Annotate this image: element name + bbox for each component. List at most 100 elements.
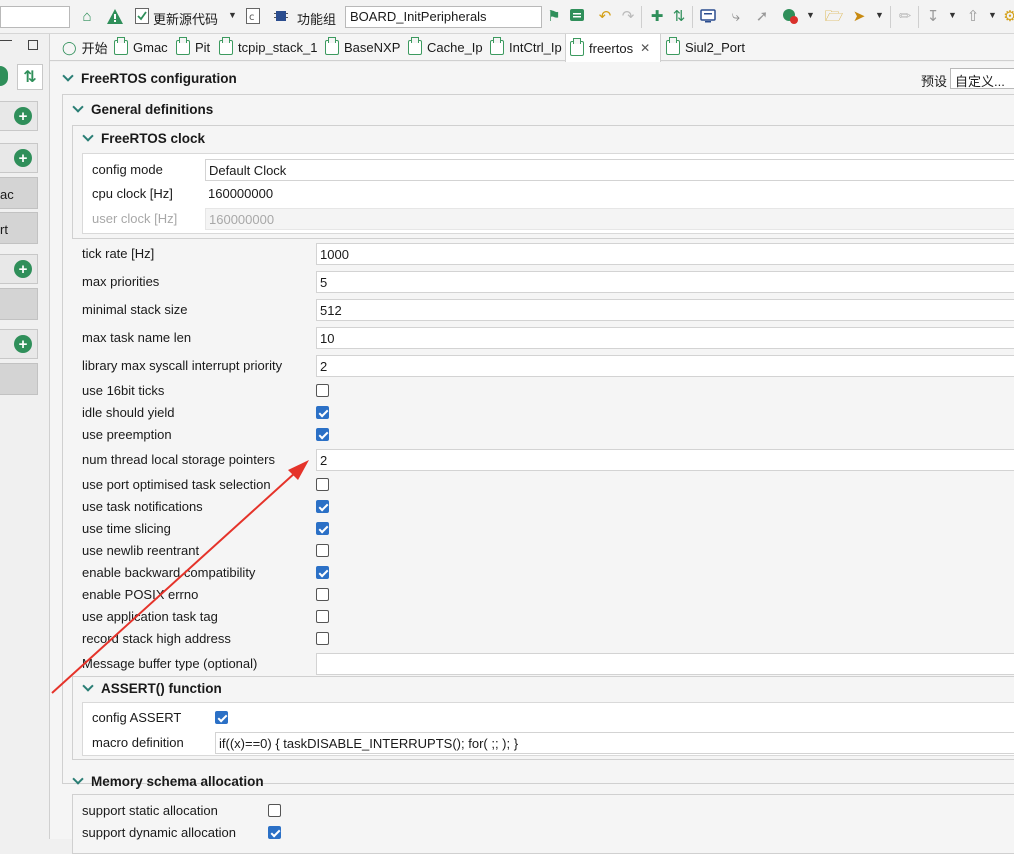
use-16bit-ticks-checkbox[interactable]: [316, 384, 329, 397]
use-task-notifications-checkbox[interactable]: [316, 500, 329, 513]
add-component-button-3[interactable]: +: [0, 254, 38, 284]
config-assert-label: config ASSERT: [92, 710, 182, 725]
config-mode-select[interactable]: Default Clock: [205, 159, 1014, 181]
record-stack-high-checkbox[interactable]: [316, 632, 329, 645]
function-group-select[interactable]: BOARD_InitPeripherals: [345, 6, 542, 28]
use-port-optimised-label: use port optimised task selection: [82, 477, 271, 492]
memory-schema-header[interactable]: Memory schema allocation: [72, 773, 264, 789]
general-definitions-header[interactable]: General definitions: [72, 101, 213, 117]
tab-tcpip-stack[interactable]: tcpip_stack_1: [215, 34, 318, 61]
generate-code-icon[interactable]: [133, 7, 151, 25]
tab-basenxp[interactable]: BaseNXP: [321, 34, 400, 61]
minimal-stack-size-input[interactable]: 512: [316, 299, 1014, 321]
debug-icon[interactable]: [781, 7, 799, 25]
flag-icon[interactable]: ⚑: [545, 7, 563, 25]
tab-start[interactable]: ◯ 开始: [58, 34, 108, 61]
toolbar-search-input[interactable]: [0, 6, 70, 28]
generate-code-button[interactable]: 更新源代码: [153, 9, 218, 28]
minimize-icon[interactable]: [0, 40, 12, 52]
redo-icon[interactable]: ↷: [619, 7, 637, 25]
idle-should-yield-checkbox[interactable]: [316, 406, 329, 419]
tab-pit[interactable]: Pit: [172, 34, 210, 61]
export-dropdown-icon[interactable]: ▼: [988, 10, 997, 20]
use-preemption-checkbox[interactable]: [316, 428, 329, 441]
maximize-icon[interactable]: [28, 40, 38, 50]
launch-dropdown-icon[interactable]: ▼: [875, 10, 884, 20]
lightbulb-icon: ◯: [62, 39, 77, 55]
max-priorities-input[interactable]: 5: [316, 271, 1014, 293]
c-file-icon[interactable]: c: [244, 7, 262, 25]
console-icon[interactable]: [568, 7, 586, 25]
message-buffer-input[interactable]: [316, 653, 1014, 675]
pin-icon[interactable]: ➚: [753, 7, 771, 25]
home-icon[interactable]: ⌂: [78, 7, 96, 25]
tick-rate-input[interactable]: 1000: [316, 243, 1014, 265]
max-syscall-priority-label: library max syscall interrupt priority: [82, 358, 283, 373]
settings-icon[interactable]: ⚙: [1001, 7, 1014, 25]
preset-dropdown[interactable]: 自定义...: [950, 68, 1014, 89]
max-syscall-priority-input[interactable]: 2: [316, 355, 1014, 377]
record-stack-high-label: record stack high address: [82, 631, 231, 646]
freertos-config-header[interactable]: FreeRTOS configuration: [62, 70, 237, 86]
tab-cache-ip[interactable]: Cache_Ip: [404, 34, 483, 61]
use-app-task-tag-label: use application task tag: [82, 609, 218, 624]
open-folder-icon[interactable]: 🗁: [825, 7, 844, 25]
user-clock-field: 160000000: [205, 208, 1014, 230]
support-static-checkbox[interactable]: [268, 804, 281, 817]
support-dynamic-label: support dynamic allocation: [82, 825, 236, 840]
support-dynamic-checkbox[interactable]: [268, 826, 281, 839]
close-tab-icon[interactable]: ✕: [640, 41, 650, 55]
assert-function-header[interactable]: ASSERT() function: [82, 680, 222, 696]
component-icon: [219, 37, 233, 55]
use-port-optimised-checkbox[interactable]: [316, 478, 329, 491]
tls-pointers-label: num thread local storage pointers: [82, 452, 275, 467]
step-icon[interactable]: ⤷: [727, 7, 745, 25]
chip-icon[interactable]: [272, 7, 290, 25]
sort-icon[interactable]: ⇅: [670, 7, 688, 25]
use-newlib-reentrant-checkbox[interactable]: [316, 544, 329, 557]
use-app-task-tag-checkbox[interactable]: [316, 610, 329, 623]
config-assert-checkbox[interactable]: [215, 711, 228, 724]
tab-gmac[interactable]: Gmac: [110, 34, 168, 61]
left-panel: ⇅ + + ac rt + +: [0, 34, 50, 839]
warning-icon[interactable]: [106, 7, 124, 25]
monitor-icon[interactable]: [699, 7, 717, 25]
generate-code-dropdown-icon[interactable]: ▼: [228, 10, 237, 20]
plugin-icon[interactable]: ✚: [648, 7, 666, 25]
launch-icon[interactable]: ➤: [850, 7, 868, 25]
add-component-button-2[interactable]: +: [0, 143, 38, 173]
component-item-empty-1[interactable]: [0, 288, 38, 320]
use-time-slicing-checkbox[interactable]: [316, 522, 329, 535]
tab-siul2-port[interactable]: Siul2_Port: [662, 34, 745, 61]
pencil-icon[interactable]: ✏: [896, 7, 914, 25]
enable-posix-errno-checkbox[interactable]: [316, 588, 329, 601]
add-component-button-1[interactable]: +: [0, 101, 38, 131]
undo-icon[interactable]: ↶: [596, 7, 614, 25]
preset-label: 预设: [921, 74, 948, 89]
download-dropdown-icon[interactable]: ▼: [948, 10, 957, 20]
plus-icon: +: [14, 149, 32, 167]
max-task-name-len-input[interactable]: 10: [316, 327, 1014, 349]
refresh-icon[interactable]: [0, 66, 8, 86]
plus-icon: +: [14, 335, 32, 353]
tls-pointers-input[interactable]: 2: [316, 449, 1014, 471]
debug-dropdown-icon[interactable]: ▼: [806, 10, 815, 20]
minimal-stack-size-label: minimal stack size: [82, 302, 188, 317]
macro-definition-input[interactable]: if((x)==0) { taskDISABLE_INTERRUPTS(); f…: [215, 732, 1014, 754]
component-item-gmac[interactable]: ac: [0, 177, 38, 209]
config-mode-label: config mode: [92, 162, 163, 177]
add-component-button-4[interactable]: +: [0, 329, 38, 359]
cpu-clock-label: cpu clock [Hz]: [92, 186, 173, 201]
freertos-clock-header[interactable]: FreeRTOS clock: [82, 130, 205, 146]
download-icon[interactable]: ↧: [924, 7, 942, 25]
tab-freertos[interactable]: freertos ✕: [565, 34, 661, 62]
export-icon[interactable]: ⇧: [964, 7, 982, 25]
use-newlib-reentrant-label: use newlib reentrant: [82, 543, 200, 558]
enable-backward-compat-checkbox[interactable]: [316, 566, 329, 579]
swap-icon[interactable]: ⇅: [17, 64, 43, 90]
component-icon: [570, 37, 584, 56]
tab-intctrl-ip[interactable]: IntCtrl_Ip: [486, 34, 562, 61]
component-item-empty-2[interactable]: [0, 363, 38, 395]
message-buffer-label: Message buffer type (optional): [82, 656, 258, 671]
component-item-port[interactable]: rt: [0, 212, 38, 244]
